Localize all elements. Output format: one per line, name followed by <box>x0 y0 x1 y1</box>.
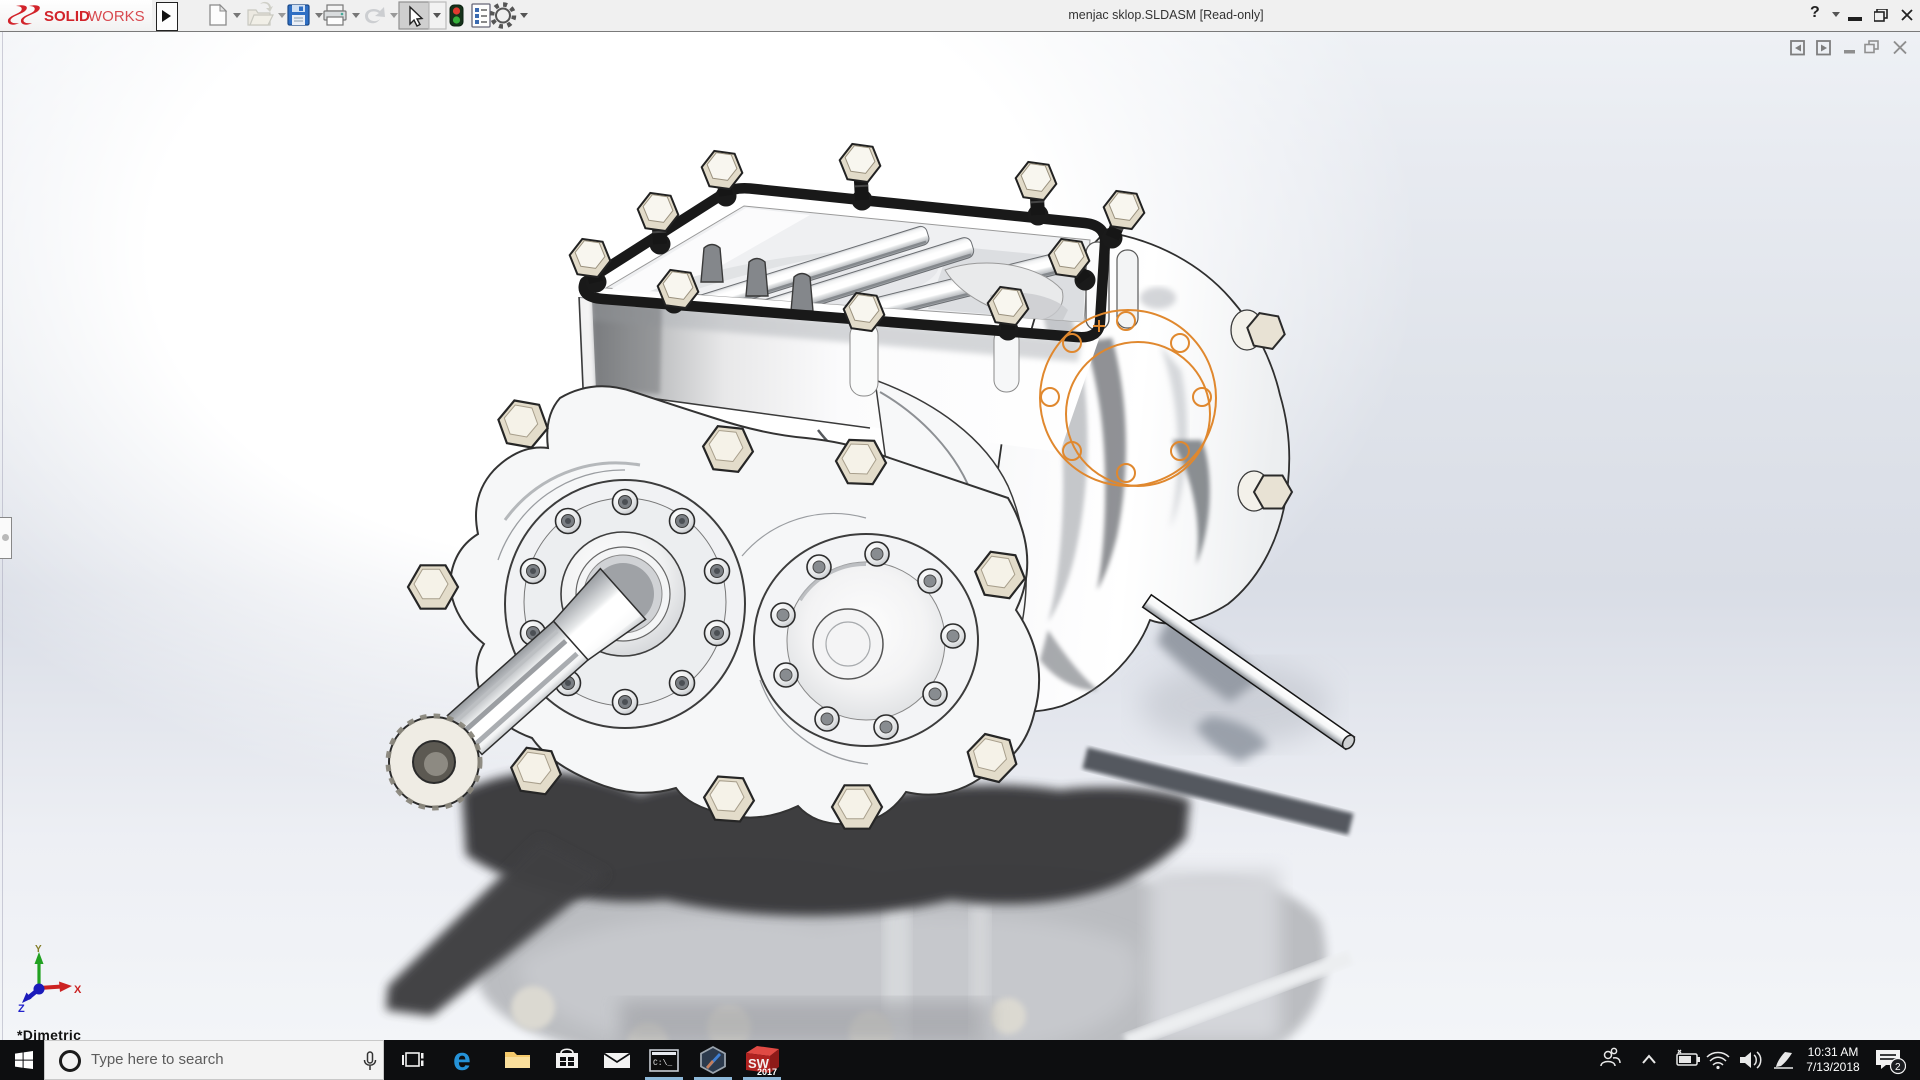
svg-text:SOLID: SOLID <box>44 8 90 25</box>
svg-text:WORKS: WORKS <box>88 8 145 25</box>
svg-text:C:\_: C:\_ <box>653 1059 672 1068</box>
svg-text:2017: 2017 <box>757 1067 777 1077</box>
svg-text:2: 2 <box>1895 1062 1901 1073</box>
svg-text:e: e <box>453 1041 471 1077</box>
